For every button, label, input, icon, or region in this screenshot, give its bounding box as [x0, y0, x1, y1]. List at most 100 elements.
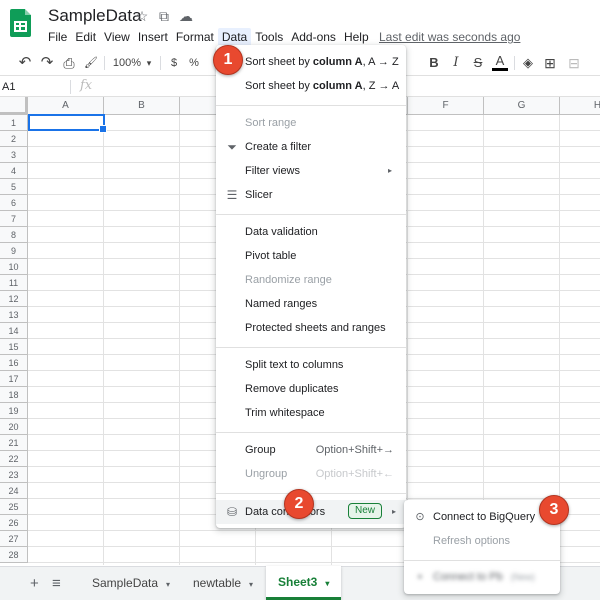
row-header[interactable]: 20 [0, 419, 28, 435]
refresh-options[interactable]: Refresh options [404, 530, 560, 552]
row-header[interactable]: 17 [0, 371, 28, 387]
column-header-g[interactable]: G [484, 97, 560, 115]
last-edit-link[interactable]: Last edit was seconds ago [379, 28, 520, 46]
cloud-status-icon[interactable]: ☁ [178, 8, 194, 24]
tab-caret-icon[interactable]: ▾ [249, 580, 253, 589]
menu-insert[interactable]: Insert [134, 28, 172, 46]
sheets-logo-icon[interactable] [10, 9, 31, 37]
menu-divider [216, 347, 406, 348]
borders-icon[interactable]: ⊞ [542, 54, 558, 72]
print-icon[interactable]: ⎙ [60, 54, 78, 72]
sheet-tab-newtable[interactable]: newtable ▾ [181, 567, 265, 600]
bold-button[interactable]: B [426, 54, 442, 72]
slicer-icon: ☰ [226, 188, 238, 202]
sort-sheet-z-a[interactable]: Sort sheet by column A, Z → A [216, 75, 406, 97]
undo-icon[interactable]: ↶ [16, 54, 34, 72]
text-color-button[interactable]: A [492, 54, 508, 71]
row-header[interactable]: 22 [0, 451, 28, 467]
row-header[interactable]: 13 [0, 307, 28, 323]
tab-caret-icon[interactable]: ▾ [166, 580, 170, 589]
row-header[interactable]: 3 [0, 147, 28, 163]
sort-range[interactable]: Sort range [216, 112, 406, 134]
tab-caret-icon[interactable]: ▾ [325, 579, 329, 588]
randomize-range[interactable]: Randomize range [216, 269, 406, 291]
menu-data[interactable]: Data [217, 28, 252, 46]
zoom-caret-icon[interactable]: ▾ [143, 54, 155, 72]
row-header[interactable]: 11 [0, 275, 28, 291]
merge-cells-icon[interactable]: ⊟ [566, 54, 582, 72]
menu-edit[interactable]: Edit [71, 28, 100, 46]
named-ranges[interactable]: Named ranges [216, 293, 406, 315]
row-header[interactable]: 19 [0, 403, 28, 419]
menu-tools[interactable]: Tools [251, 28, 287, 46]
name-box[interactable]: A1 [0, 79, 60, 95]
row-header[interactable]: 25 [0, 499, 28, 515]
document-title[interactable]: SampleData [48, 6, 142, 26]
bigquery-icon: ⊙ [415, 511, 425, 523]
row-header[interactable]: 24 [0, 483, 28, 499]
row-header[interactable]: 28 [0, 547, 28, 563]
move-folder-icon[interactable]: ⧉ [156, 8, 172, 24]
star-icon[interactable]: ☆ [134, 8, 150, 24]
redo-icon[interactable]: ↷ [38, 54, 56, 72]
menu-format[interactable]: Format [172, 28, 218, 46]
row-header[interactable]: 14 [0, 323, 28, 339]
row-header[interactable]: 21 [0, 435, 28, 451]
italic-button[interactable]: I [448, 54, 464, 72]
select-all-corner[interactable] [0, 97, 28, 115]
row-header[interactable]: 4 [0, 163, 28, 179]
row-header[interactable]: 1 [0, 115, 28, 131]
step-badge-1: 1 [213, 45, 243, 75]
menu-view[interactable]: View [100, 28, 134, 46]
row-header[interactable]: 23 [0, 467, 28, 483]
trim-whitespace[interactable]: Trim whitespace [216, 402, 406, 424]
column-header-f[interactable]: F [408, 97, 484, 115]
fill-color-icon[interactable]: ◈ [520, 54, 536, 72]
currency-format-button[interactable]: $ [167, 54, 181, 72]
sheet-tab-sheet3[interactable]: Sheet3 ▾ [266, 566, 342, 600]
data-validation[interactable]: Data validation [216, 221, 406, 243]
menu-file[interactable]: File [44, 28, 71, 46]
row-header[interactable]: 16 [0, 355, 28, 371]
row-header[interactable]: 2 [0, 131, 28, 147]
group[interactable]: Group Option+Shift+→ [216, 439, 406, 461]
row-header[interactable]: 8 [0, 227, 28, 243]
row-header[interactable]: 15 [0, 339, 28, 355]
ungroup-shortcut: Option+Shift+← [315, 468, 394, 480]
selected-cell-a1[interactable] [28, 114, 107, 133]
row-header[interactable]: 10 [0, 259, 28, 275]
add-sheet-button[interactable]: + [30, 576, 39, 592]
strikethrough-button[interactable]: S [470, 54, 486, 72]
pivot-table[interactable]: Pivot table [216, 245, 406, 267]
paint-format-icon[interactable]: 🖌 [82, 54, 100, 72]
connect-to-other[interactable]: ▪ Connect to Pb (New) [404, 566, 560, 588]
percent-format-button[interactable]: % [187, 54, 201, 72]
all-sheets-button[interactable]: ≡ [52, 576, 61, 592]
menu-addons[interactable]: Add-ons [287, 28, 340, 46]
connect-to-bigquery[interactable]: ⊙ Connect to BigQuery [404, 506, 560, 528]
row-header[interactable]: 9 [0, 243, 28, 259]
column-header-b[interactable]: B [104, 97, 180, 115]
column-header-a[interactable]: A [28, 97, 104, 115]
menu-item-label: Group [245, 444, 276, 456]
slicer[interactable]: ☰ Slicer [216, 184, 406, 206]
row-header[interactable]: 6 [0, 195, 28, 211]
menu-help[interactable]: Help [340, 28, 373, 46]
ungroup[interactable]: Ungroup Option+Shift+← [216, 463, 406, 485]
sheet-tab-sampledata[interactable]: SampleData ▾ [80, 567, 182, 600]
row-header[interactable]: 5 [0, 179, 28, 195]
remove-duplicates[interactable]: Remove duplicates [216, 378, 406, 400]
split-text-to-columns[interactable]: Split text to columns [216, 354, 406, 376]
row-header[interactable]: 26 [0, 515, 28, 531]
row-header[interactable]: 18 [0, 387, 28, 403]
filter-views[interactable]: Filter views ▸ [216, 160, 406, 182]
step-badge-3: 3 [539, 495, 569, 525]
sort-sheet-a-z[interactable]: Sort sheet by column A, A → Z [216, 51, 406, 73]
zoom-select[interactable]: 100% [112, 54, 142, 72]
row-header[interactable]: 7 [0, 211, 28, 227]
row-header[interactable]: 27 [0, 531, 28, 547]
protected-sheets-and-ranges[interactable]: Protected sheets and ranges [216, 317, 406, 339]
column-header-h[interactable]: H [560, 97, 600, 115]
row-header[interactable]: 12 [0, 291, 28, 307]
create-filter[interactable]: ⏷ Create a filter [216, 136, 406, 158]
